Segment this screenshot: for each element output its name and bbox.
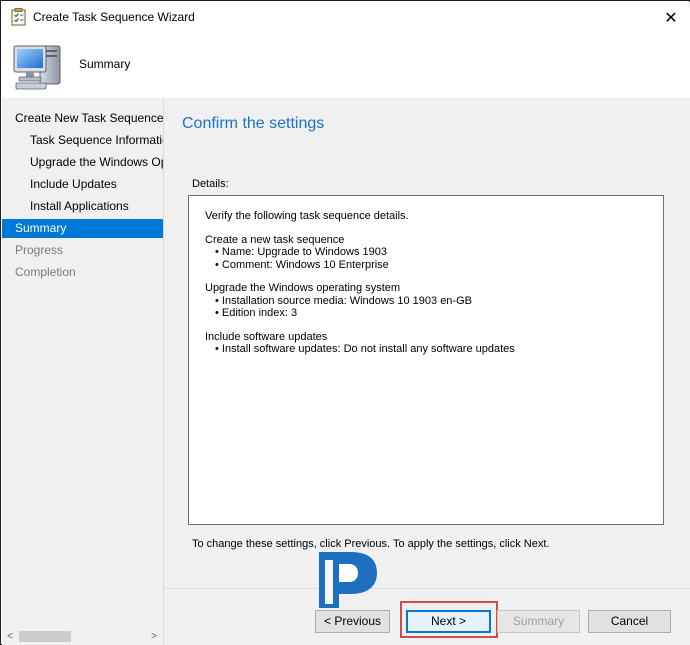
nav-item-create-new-task-sequence[interactable]: Create New Task Sequence	[2, 109, 163, 128]
nav-item-task-sequence-information[interactable]: Task Sequence Information	[2, 131, 163, 150]
detail-bullet: • Installation source media: Windows 10 …	[215, 294, 472, 307]
section-heading: Include software updates	[205, 330, 328, 343]
nav-item-include-updates[interactable]: Include Updates	[2, 175, 163, 194]
close-icon: ✕	[664, 9, 678, 27]
window-title: Create Task Sequence Wizard	[33, 10, 195, 24]
close-button[interactable]: ✕	[652, 3, 690, 32]
section-heading: Create a new task sequence	[205, 233, 345, 246]
header-title: Summary	[79, 57, 131, 71]
detail-bullet: • Comment: Windows 10 Enterprise	[215, 258, 389, 271]
title-bar: Create Task Sequence Wizard ✕	[2, 2, 690, 32]
scroll-left-icon[interactable]: <	[2, 628, 18, 645]
detail-bullet: • Install software updates: Do not insta…	[215, 343, 515, 355]
detail-bullet: • Edition index: 3	[215, 307, 298, 319]
section-heading: Upgrade the Windows operating system	[205, 282, 401, 294]
wizard-navigation: Create New Task Sequence Task Sequence I…	[2, 98, 163, 645]
scroll-right-icon[interactable]: >	[146, 628, 162, 645]
details-intro: Verify the following task sequence detai…	[205, 210, 409, 222]
button-bar: < Previous Next > Summary Cancel	[164, 588, 690, 645]
previous-button[interactable]: < Previous	[315, 610, 390, 633]
nav-item-summary[interactable]: Summary	[2, 219, 163, 238]
detail-bullet: • Name: Upgrade to Windows 1903	[215, 246, 387, 258]
nav-item-completion: Completion	[15, 265, 76, 279]
nav-item-progress: Progress	[15, 243, 64, 257]
page-title: Confirm the settings	[182, 115, 325, 132]
wizard-app-icon	[11, 8, 26, 26]
details-textbox[interactable]: Verify the following task sequence detai…	[188, 195, 664, 525]
nav-horizontal-scrollbar[interactable]: < >	[2, 628, 162, 645]
cancel-button[interactable]: Cancel	[588, 610, 671, 633]
wizard-header: Summary	[2, 32, 690, 98]
content-pane: Confirm the settings Details: Verify the…	[164, 98, 690, 588]
scrollbar-thumb[interactable]	[19, 631, 71, 642]
nav-item-install-applications[interactable]: Install Applications	[2, 197, 163, 216]
computer-icon	[13, 45, 61, 90]
summary-button: Summary	[497, 610, 580, 633]
details-label: Details:	[192, 178, 229, 190]
next-button[interactable]: Next >	[406, 610, 491, 633]
watermark-logo	[319, 552, 377, 608]
wizard-window: Create Task Sequence Wizard ✕ Summary Cr…	[0, 0, 690, 645]
nav-item-upgrade-windows[interactable]: Upgrade the Windows Operating System	[2, 153, 163, 172]
